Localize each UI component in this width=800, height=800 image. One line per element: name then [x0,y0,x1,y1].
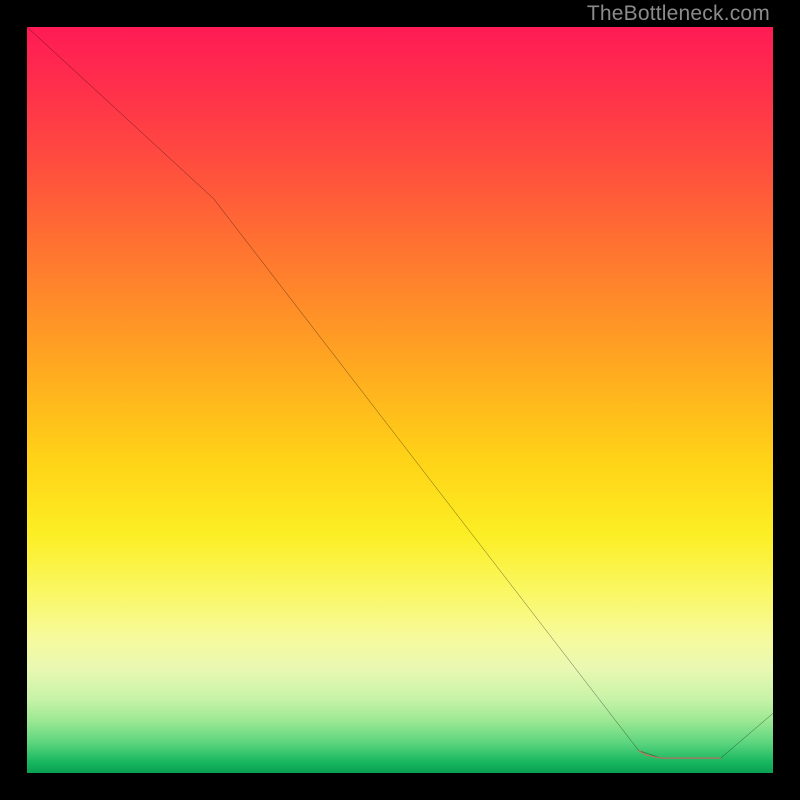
plot-frame [27,27,773,773]
plot-gradient-background [27,27,773,773]
watermark-text: TheBottleneck.com [587,2,770,26]
